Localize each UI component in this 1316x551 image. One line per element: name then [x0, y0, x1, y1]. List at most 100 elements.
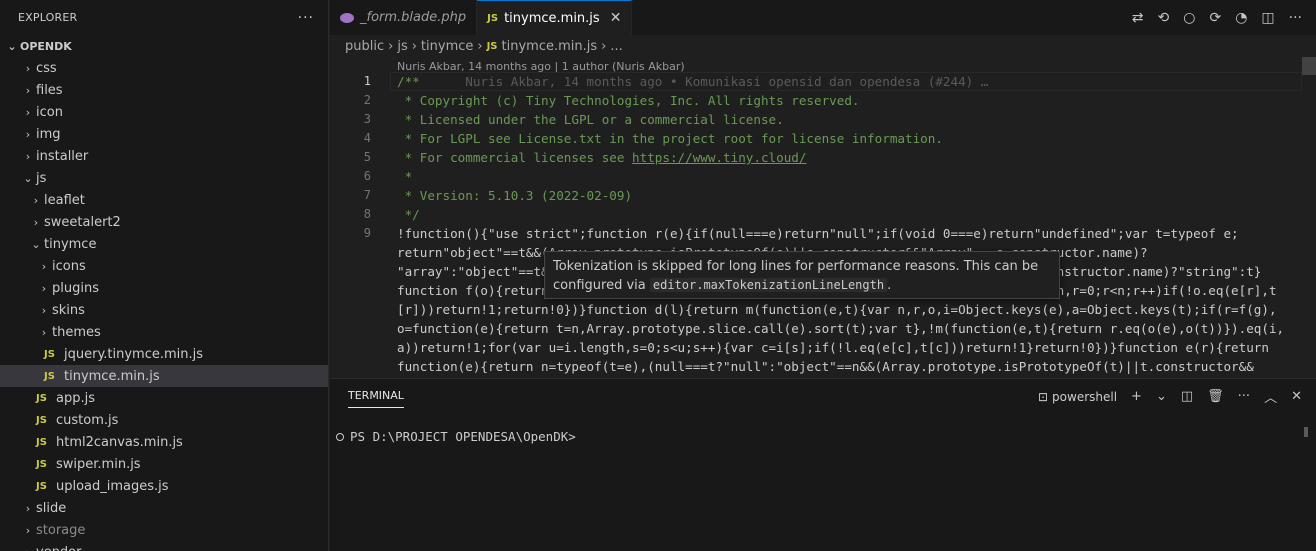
folder-icon[interactable]: › icon: [0, 101, 328, 123]
folder-vendor[interactable]: ›vendor: [0, 541, 328, 551]
scrollbar-thumb[interactable]: [1302, 57, 1316, 75]
chevron-right-icon: ›: [25, 61, 31, 75]
folder-plugins[interactable]: › plugins: [0, 277, 328, 299]
file-upload-images-js[interactable]: JS upload_images.js: [0, 475, 328, 497]
code-editor[interactable]: /** Nuris Akbar, 14 months ago • Komunik…: [397, 72, 1302, 376]
folder-css[interactable]: › css: [0, 57, 328, 79]
tree-item-label: plugins: [52, 280, 99, 296]
chevron-right-icon: ›: [41, 281, 47, 295]
editor-actions: ⇄ ⟲ ○ ⟳ ◔ ◫ ···: [1132, 0, 1302, 35]
code-text: o=function(e){return t=n,Array.prototype…: [397, 321, 1285, 336]
code-line: o=function(e){return t=n,Array.prototype…: [397, 319, 1302, 338]
code-line: * For LGPL see License.txt in the projec…: [397, 129, 1302, 148]
code-text: * Version: 5.10.3 (2022-02-09): [397, 188, 633, 203]
folder-slide[interactable]: › slide: [0, 497, 328, 519]
file-html2canvas-min-js[interactable]: JS html2canvas.min.js: [0, 431, 328, 453]
split-terminal-icon[interactable]: ◫: [1181, 389, 1193, 404]
breadcrumb-public[interactable]: public: [345, 39, 384, 54]
folder-icons[interactable]: › icons: [0, 255, 328, 277]
folder-installer[interactable]: › installer: [0, 145, 328, 167]
tree-item-label: files: [36, 82, 63, 98]
tab-label: _form.blade.php: [360, 10, 467, 25]
explorer-root-label: OPENDK: [20, 39, 72, 53]
new-terminal-icon[interactable]: +: [1131, 389, 1142, 404]
folder-sweetalert2[interactable]: › sweetalert2: [0, 211, 328, 233]
tab-terminal[interactable]: TERMINAL: [348, 389, 404, 408]
prompt-text: PS D:\PROJECT OPENDESA\OpenDK>: [350, 429, 576, 444]
line-number: 6: [363, 169, 371, 183]
folder-js[interactable]: ⌄ js: [0, 167, 328, 189]
chevron-right-icon: ›: [41, 325, 47, 339]
more-actions-icon[interactable]: ···: [1238, 389, 1250, 404]
code-text: * Licensed under the LGPL or a commercia…: [397, 112, 784, 127]
tree-item-label: app.js: [56, 390, 95, 406]
next-change-icon[interactable]: ⟳: [1209, 10, 1221, 26]
chevron-down-icon: ⌄: [31, 237, 41, 251]
breadcrumb-symbol[interactable]: ...: [610, 39, 622, 54]
trash-icon[interactable]: 🗑: [1207, 389, 1224, 404]
previous-change-icon[interactable]: ○: [1183, 10, 1195, 26]
chevron-down-icon[interactable]: ⌄: [1156, 389, 1167, 404]
compare-changes-icon[interactable]: ⇄: [1132, 10, 1144, 26]
folder-files[interactable]: › files: [0, 79, 328, 101]
terminal-selector[interactable]: ⊡ powershell: [1038, 390, 1117, 404]
file-custom-js[interactable]: JS custom.js: [0, 409, 328, 431]
editor-scrollbar[interactable]: [1302, 57, 1316, 377]
line-number: 3: [363, 112, 371, 126]
line-number: 7: [363, 188, 371, 202]
tab-tinymce-min-js[interactable]: JS tinymce.min.js ✕: [477, 0, 633, 35]
folder-themes[interactable]: › themes: [0, 321, 328, 343]
folder-leaflet[interactable]: › leaflet: [0, 189, 328, 211]
explorer-sidebar: EXPLORER ··· ⌄ OPENDK › css › files › icon › im…: [0, 0, 329, 551]
terminal-panel: TERMINAL ⊡ powershell + ⌄ ◫ 🗑 ··· ︿ ✕ PS…: [330, 378, 1316, 551]
file-app-js[interactable]: JS app.js: [0, 387, 328, 409]
folder-storage[interactable]: › storage: [0, 519, 328, 541]
tooltip-prefix: configured via: [553, 278, 650, 293]
php-icon: [340, 12, 354, 23]
js-file-icon: JS: [36, 458, 47, 470]
explorer-root[interactable]: ⌄ OPENDK: [0, 35, 328, 57]
command-decoration-icon: [336, 432, 344, 441]
chevron-down-icon: ⌄: [23, 171, 33, 185]
terminal-prompt[interactable]: PS D:\PROJECT OPENDESA\OpenDK>: [336, 429, 576, 444]
code-line: a))return!1;for(var u=i.length,s=0;s<u;s…: [397, 338, 1302, 357]
tree-item-label: leaflet: [44, 192, 85, 208]
code-link[interactable]: https://www.tiny.cloud/: [632, 150, 806, 165]
tab-form-blade-php[interactable]: _form.blade.php: [330, 0, 478, 35]
code-line: */: [397, 205, 1302, 224]
folder-skins[interactable]: › skins: [0, 299, 328, 321]
chevron-right-icon: ›: [25, 501, 31, 515]
file-jquery-tinymce-min-js[interactable]: JS jquery.tinymce.min.js: [0, 343, 328, 365]
folder-img[interactable]: › img: [0, 123, 328, 145]
breadcrumb-js[interactable]: js: [397, 39, 407, 54]
timeline-icon[interactable]: ◔: [1235, 10, 1247, 26]
chevron-right-icon: ›: [33, 215, 39, 229]
close-icon[interactable]: ✕: [1291, 389, 1302, 404]
js-file-icon: JS: [44, 348, 55, 360]
tree-item-label: css: [36, 60, 57, 76]
more-actions-icon[interactable]: ···: [298, 10, 314, 26]
chevron-right-icon: ›: [25, 83, 31, 97]
code-line: * Copyright (c) Tiny Technologies, Inc. …: [397, 91, 1302, 110]
go-back-icon[interactable]: ⟲: [1158, 10, 1170, 26]
tooltip-setting[interactable]: editor.maxTokenizationLineLength: [649, 278, 888, 292]
chevron-right-icon: ›: [25, 523, 31, 537]
breadcrumb-file[interactable]: tinymce.min.js: [502, 39, 598, 54]
tree-item-label: sweetalert2: [44, 214, 121, 230]
terminal-icon: ⊡: [1037, 389, 1049, 404]
code-text: *: [397, 169, 413, 184]
tree-item-label: vendor: [36, 545, 81, 551]
close-icon[interactable]: ✕: [610, 10, 622, 26]
folder-tinymce[interactable]: ⌄ tinymce: [0, 233, 328, 255]
chevron-right-icon: ›: [25, 149, 31, 163]
file-swiper-min-js[interactable]: JS swiper.min.js: [0, 453, 328, 475]
more-actions-icon[interactable]: ···: [1289, 10, 1302, 26]
terminal-scrollbar[interactable]: [1304, 427, 1308, 437]
file-tinymce-min-js[interactable]: JS tinymce.min.js: [0, 365, 328, 387]
split-editor-icon[interactable]: ◫: [1261, 10, 1274, 26]
maximize-panel-icon[interactable]: ︿: [1264, 387, 1277, 406]
breadcrumb-tinymce[interactable]: tinymce: [421, 39, 473, 54]
chevron-right-icon: ›: [388, 38, 394, 54]
tree-item-label: upload_images.js: [56, 478, 169, 494]
tree-item-label: installer: [36, 148, 89, 164]
